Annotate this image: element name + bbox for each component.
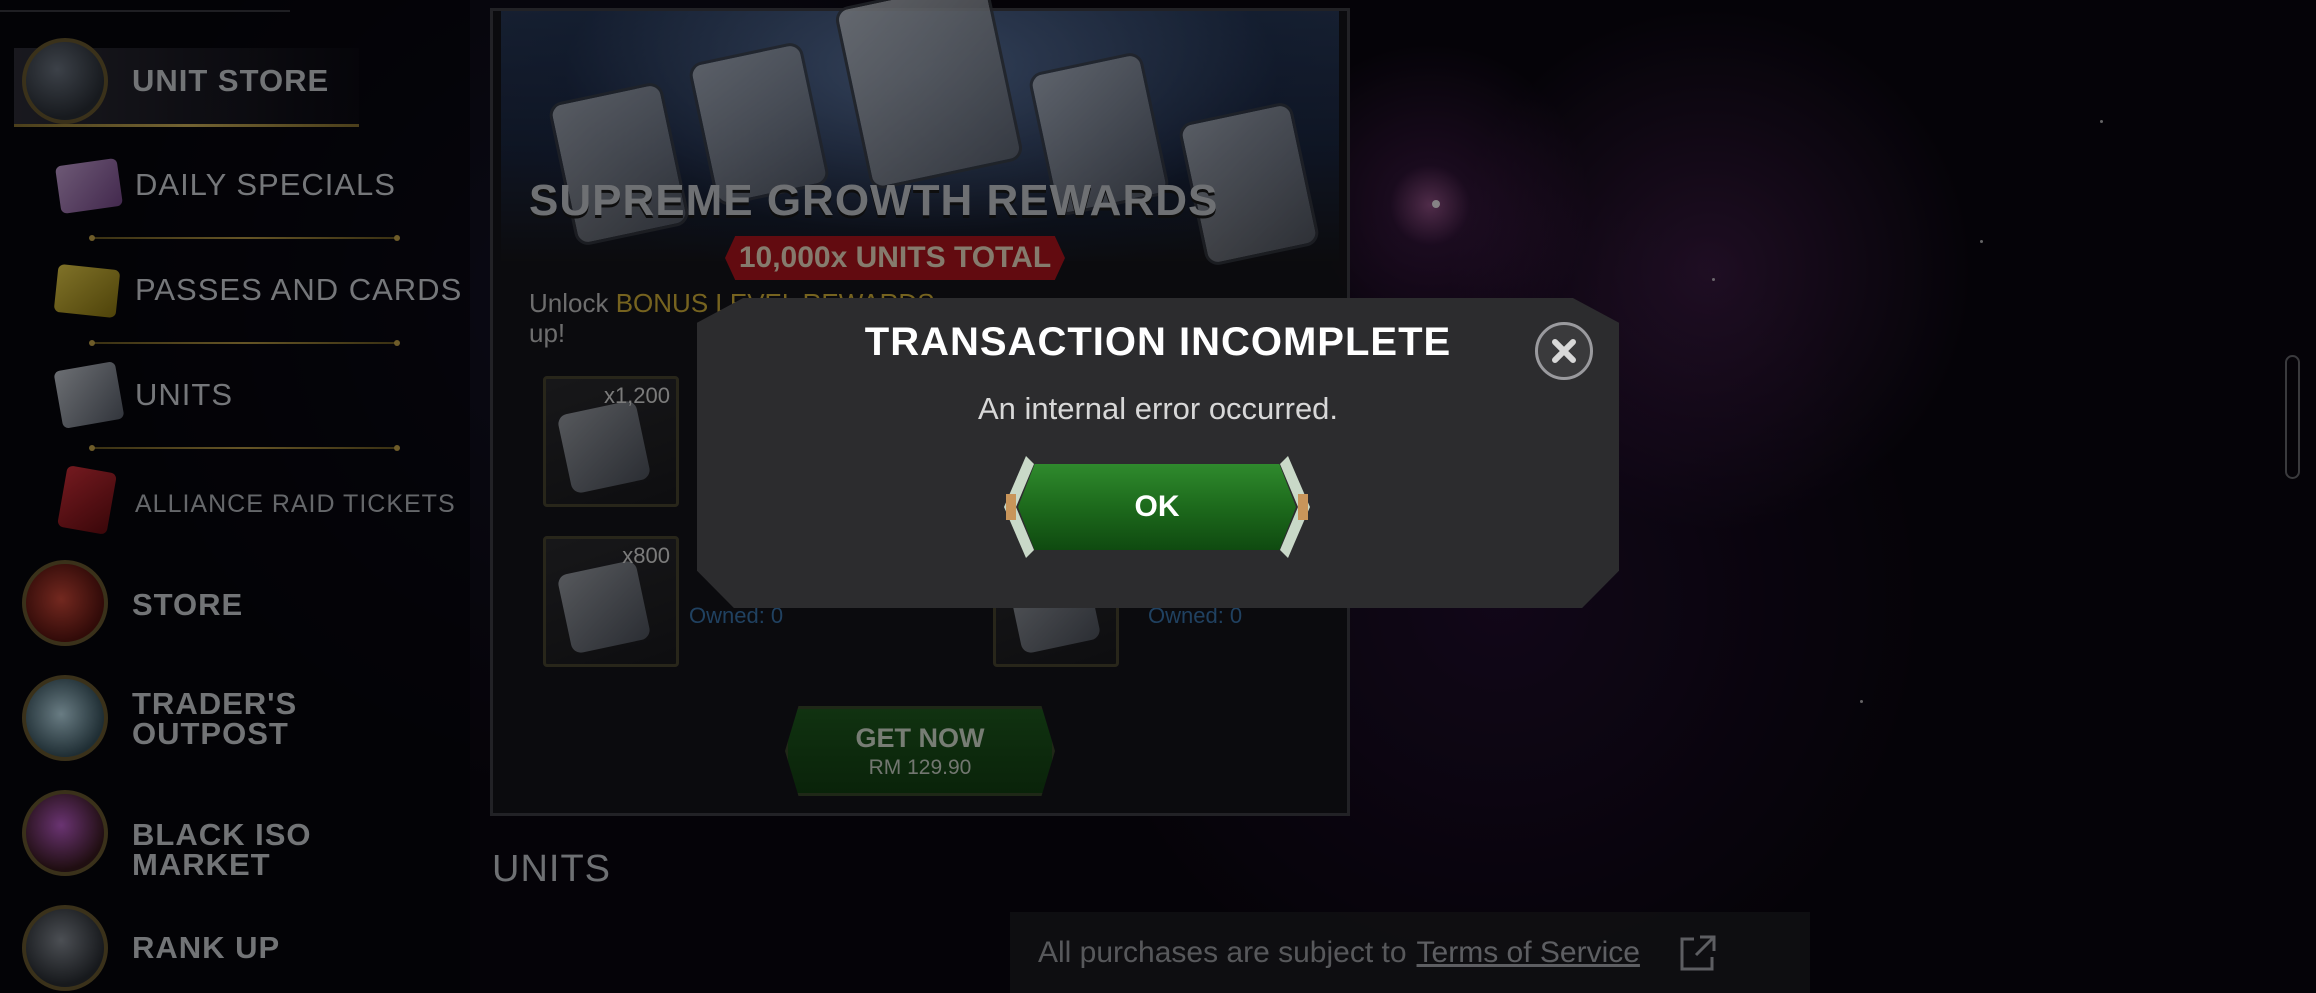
close-icon [1552,339,1576,363]
ok-label: OK [1134,490,1180,523]
transaction-dialog: TRANSACTION INCOMPLETE An internal error… [697,298,1619,608]
dialog-message: An internal error occurred. [977,391,1339,426]
ok-button[interactable]: OK [1004,456,1310,558]
close-button[interactable] [1535,322,1593,380]
button-cap-right [1280,456,1310,558]
ok-button-body: OK [1018,464,1296,550]
dialog-title: TRANSACTION INCOMPLETE [864,320,1452,364]
